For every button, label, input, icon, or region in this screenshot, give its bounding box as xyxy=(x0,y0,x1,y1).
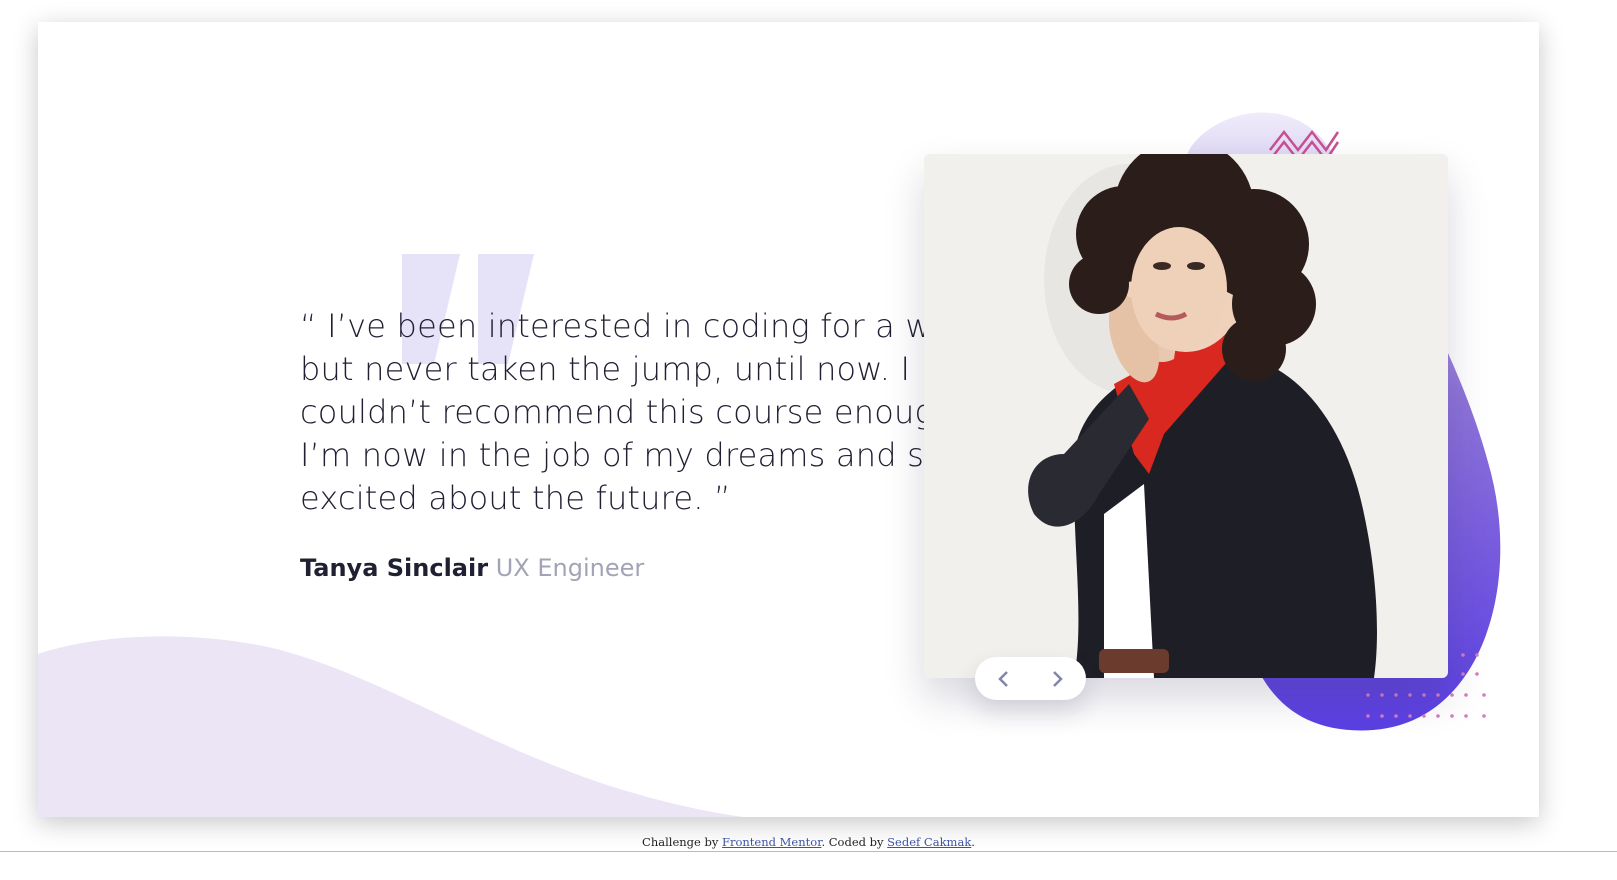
testimonial-quote: “ I’ve been interested in coding for a w… xyxy=(300,307,991,517)
chevron-left-icon xyxy=(997,670,1008,687)
attribution: Challenge by Frontend Mentor. Coded by S… xyxy=(0,835,1617,849)
testimonial-author: Tanya Sinclair UX Engineer xyxy=(300,554,644,582)
attribution-middle: . Coded by xyxy=(821,835,888,849)
profile-photo xyxy=(924,154,1448,678)
next-button[interactable] xyxy=(1038,659,1078,699)
author-link[interactable]: Sedef Cakmak xyxy=(887,835,971,849)
bottom-divider xyxy=(0,851,1617,852)
frontend-mentor-link[interactable]: Frontend Mentor xyxy=(722,835,821,849)
previous-button[interactable] xyxy=(983,659,1023,699)
slider-navigation xyxy=(975,657,1086,700)
author-role: UX Engineer xyxy=(495,554,645,582)
attribution-prefix: Challenge by xyxy=(642,835,722,849)
attribution-suffix: . xyxy=(971,835,975,849)
chevron-right-icon xyxy=(1053,670,1064,687)
testimonial-card: “ I’ve been interested in coding for a w… xyxy=(38,22,1539,817)
author-name: Tanya Sinclair xyxy=(300,554,489,582)
